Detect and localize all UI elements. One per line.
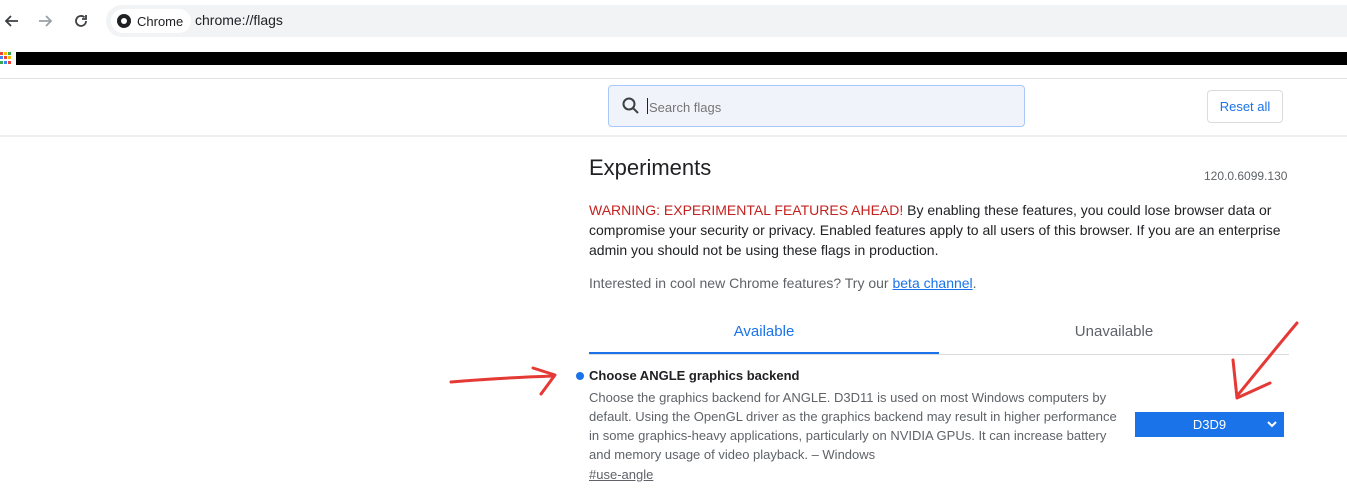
page-title: Experiments [589, 155, 712, 180]
flag-permalink[interactable]: #use-angle [589, 467, 653, 482]
angle-backend-select[interactable]: D3D9 [1135, 412, 1284, 437]
modified-flag-dot [576, 372, 584, 380]
version-label: 120.0.6099.130 [1204, 169, 1288, 183]
search-icon [622, 97, 639, 114]
flag-description: Choose the graphics backend for ANGLE. D… [589, 390, 1117, 462]
interest-text: Interested in cool new Chrome features? … [589, 275, 977, 291]
header-separator [0, 135, 1347, 137]
interest-prefix: Interested in cool new Chrome features? … [589, 275, 893, 291]
toolbar-divider [0, 78, 1347, 79]
site-chip[interactable]: Chrome [111, 9, 192, 33]
bookmarks-bar-redacted [16, 52, 1347, 65]
beta-channel-link[interactable]: beta channel [892, 275, 972, 291]
text-caret [647, 98, 648, 114]
chrome-icon [117, 14, 131, 28]
site-chip-label: Chrome [137, 13, 184, 29]
annotation-arrow-down [1231, 321, 1299, 400]
forward-button[interactable] [33, 9, 57, 33]
flag-tabs: Available Unavailable [589, 312, 1289, 355]
interest-end: . [972, 275, 977, 291]
reload-button[interactable] [69, 9, 93, 33]
reload-icon [75, 15, 87, 27]
warning-text: WARNING: EXPERIMENTAL FEATURES AHEAD! By… [589, 200, 1289, 260]
chevron-down-icon [1267, 421, 1277, 428]
reset-all-button[interactable]: Reset all [1207, 90, 1283, 123]
browser-toolbar: Chrome chrome://flags [0, 0, 1347, 42]
tab-available[interactable]: Available [589, 312, 939, 354]
apps-icon[interactable] [0, 52, 12, 64]
back-button[interactable] [0, 9, 24, 33]
forward-arrow-icon [39, 15, 53, 27]
address-bar[interactable]: Chrome chrome://flags [106, 5, 1347, 37]
select-value: D3D9 [1192, 417, 1227, 432]
url-text[interactable]: chrome://flags [195, 12, 283, 28]
annotation-arrow-right [449, 366, 557, 396]
back-arrow-icon [4, 15, 18, 27]
flag-title: Choose ANGLE graphics backend [589, 368, 800, 383]
search-input[interactable] [647, 95, 1011, 119]
search-flags-box[interactable] [608, 85, 1025, 127]
warning-prefix: WARNING: EXPERIMENTAL FEATURES AHEAD! [589, 202, 904, 218]
